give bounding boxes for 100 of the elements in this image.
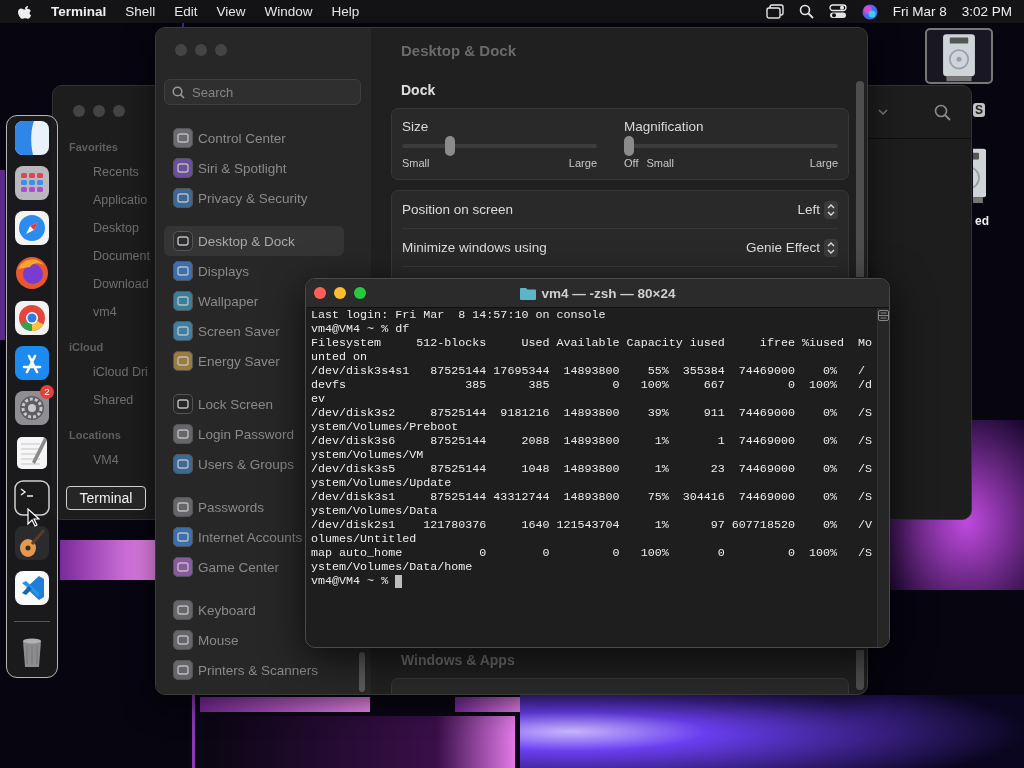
output-line: /dev/disk3s1 87525144 43312744 14893800 75% 304416 74469000 0% /S [311,490,873,504]
slider-mark-label: Small [402,156,430,170]
dock-item[interactable] [14,345,50,381]
prompt-line: vm4@VM4 ~ % [311,574,389,588]
sidebar-item[interactable]: Screen Saver [164,316,280,346]
window-stack-icon[interactable] [765,4,784,19]
sidebar-item[interactable]: Privacy & Security [164,183,308,213]
sidebar-item[interactable]: Lock Screen [164,389,274,419]
output-line: ystem/Volumes/VM [311,448,424,462]
folder-icon [519,286,536,300]
sidebar-item[interactable]: VM4 [93,446,119,474]
menu-item[interactable]: Window [264,4,313,19]
menu-item[interactable]: Help [331,4,360,19]
popup-button[interactable]: Genie Effect [745,238,838,257]
sidebar-item[interactable]: Desktop [93,214,139,242]
dock-item[interactable] [14,120,50,156]
notification-badge: 2 [40,385,54,399]
scroll-bar[interactable] [856,81,864,277]
output-line: /dev/disk2s1 121780376 1640 121543704 1% 97 607718520 0% /V [311,518,873,532]
dock-item[interactable] [14,480,50,516]
toggles-icon[interactable] [828,4,847,19]
sidebar-item[interactable]: Displays [164,256,249,286]
output-line: /dev/disk3s2 87525144 9181216 14893800 39% 911 74469000 0% /S [311,406,873,420]
sidebar-item[interactable]: iCloud Dri [93,358,148,386]
menu-bar-date[interactable]: Fri Mar 8 [892,4,947,19]
output-line: vm4@VM4 ~ % df [311,322,410,336]
setting-label: Minimize windows using [402,240,547,255]
menu-item[interactable]: Edit [174,4,198,19]
sidebar-item[interactable]: Shared [93,386,134,414]
dock-item[interactable] [14,300,50,336]
split-pane-icon[interactable] [878,310,889,321]
menu-item[interactable]: Shell [125,4,156,19]
sidebar-item[interactable]: vm4 [93,298,117,326]
menu-item[interactable]: View [216,4,246,19]
window-title: vm4 — -zsh — 80×24 [541,285,676,301]
zoom-button[interactable] [354,287,366,299]
orb-icon[interactable] [861,3,878,20]
scroll-bar[interactable] [856,650,864,690]
dock-item[interactable] [14,390,50,426]
popup-button[interactable]: Left [797,200,838,219]
search-field[interactable]: Search [164,79,361,105]
output-line: ev [311,392,326,406]
sidebar-item[interactable]: Control Center [164,123,286,153]
sidebar-item[interactable]: Users & Groups [164,449,295,479]
sidebar-item[interactable]: Applicatio [93,186,148,214]
output-line: unted on [311,350,368,364]
slider-thumb[interactable] [444,136,455,156]
section-heading: Dock [401,81,437,100]
dock-item[interactable] [14,255,50,291]
sidebar-item[interactable]: Game Center [164,552,280,582]
slider-track[interactable] [624,136,838,156]
slider-track[interactable] [402,136,597,156]
sidebar-item[interactable]: Energy Saver [164,346,280,376]
ring-icon [14,300,50,336]
notepad-icon [14,435,50,471]
a-mark-icon [14,345,50,381]
chevron-down-icon[interactable] [878,109,888,115]
sidebar-item[interactable]: Siri & Spotlight [164,153,287,183]
dock-item[interactable] [14,210,50,246]
sidebar-item[interactable]: Download [93,270,149,298]
dock-item[interactable] [14,165,50,201]
sidebar-item[interactable]: Wallpaper [164,286,259,316]
sidebar-item[interactable]: Printers & Scanners [164,655,319,685]
sidebar-item[interactable]: Desktop & Dock [164,226,344,256]
output-line: /dev/disk3s5 87525144 1048 14893800 1% 23 74469000 0% /S [311,462,873,476]
search-icon[interactable] [798,4,814,19]
output-line: ystem/Volumes/Preboot [311,420,459,434]
apple-logo-icon[interactable] [18,3,32,20]
sidebar-heading: iCloud [69,340,105,355]
output-line: /dev/disk3s6 87525144 2088 14893800 1% 1 74469000 0% /S [311,434,873,448]
gear-icon [14,390,50,426]
output-line: ystem/Volumes/Data [311,504,438,518]
slider-mark-label: Off [624,156,639,170]
output-line: ystem/Volumes/Update [311,476,452,490]
minimize-button[interactable] [334,287,346,299]
slider-mark-label: Small [646,156,674,170]
grid-icon [14,165,50,201]
sidebar-item[interactable]: Keyboard [164,595,256,625]
app-menu[interactable]: Terminal [51,4,107,19]
disk-label[interactable]: S [973,103,985,117]
close-button[interactable] [314,287,326,299]
sidebar-item[interactable]: Internet Accounts [164,522,303,552]
dock-item[interactable] [14,435,50,471]
sidebar-item[interactable]: Login Password [164,419,295,449]
disk-label[interactable]: ed [973,214,991,228]
scroll-bar[interactable] [359,652,365,692]
sidebar-item[interactable]: Document [93,242,150,270]
guitar-icon [14,525,50,561]
terminal-icon [14,480,50,516]
disk-drive-icon[interactable] [925,28,993,84]
sidebar-item[interactable]: Passwords [164,492,265,522]
menu-bar-clock[interactable]: 3:02 PM [961,4,1012,19]
slider-mark-label: Large [568,156,597,170]
slider-thumb[interactable] [624,136,634,156]
dock-item[interactable] [14,570,50,606]
sidebar-item[interactable]: Recents [93,158,139,186]
text-cursor [395,574,403,588]
dock-item[interactable] [14,525,50,561]
sidebar-item[interactable]: Mouse [164,625,239,655]
updown-icon [824,200,838,219]
